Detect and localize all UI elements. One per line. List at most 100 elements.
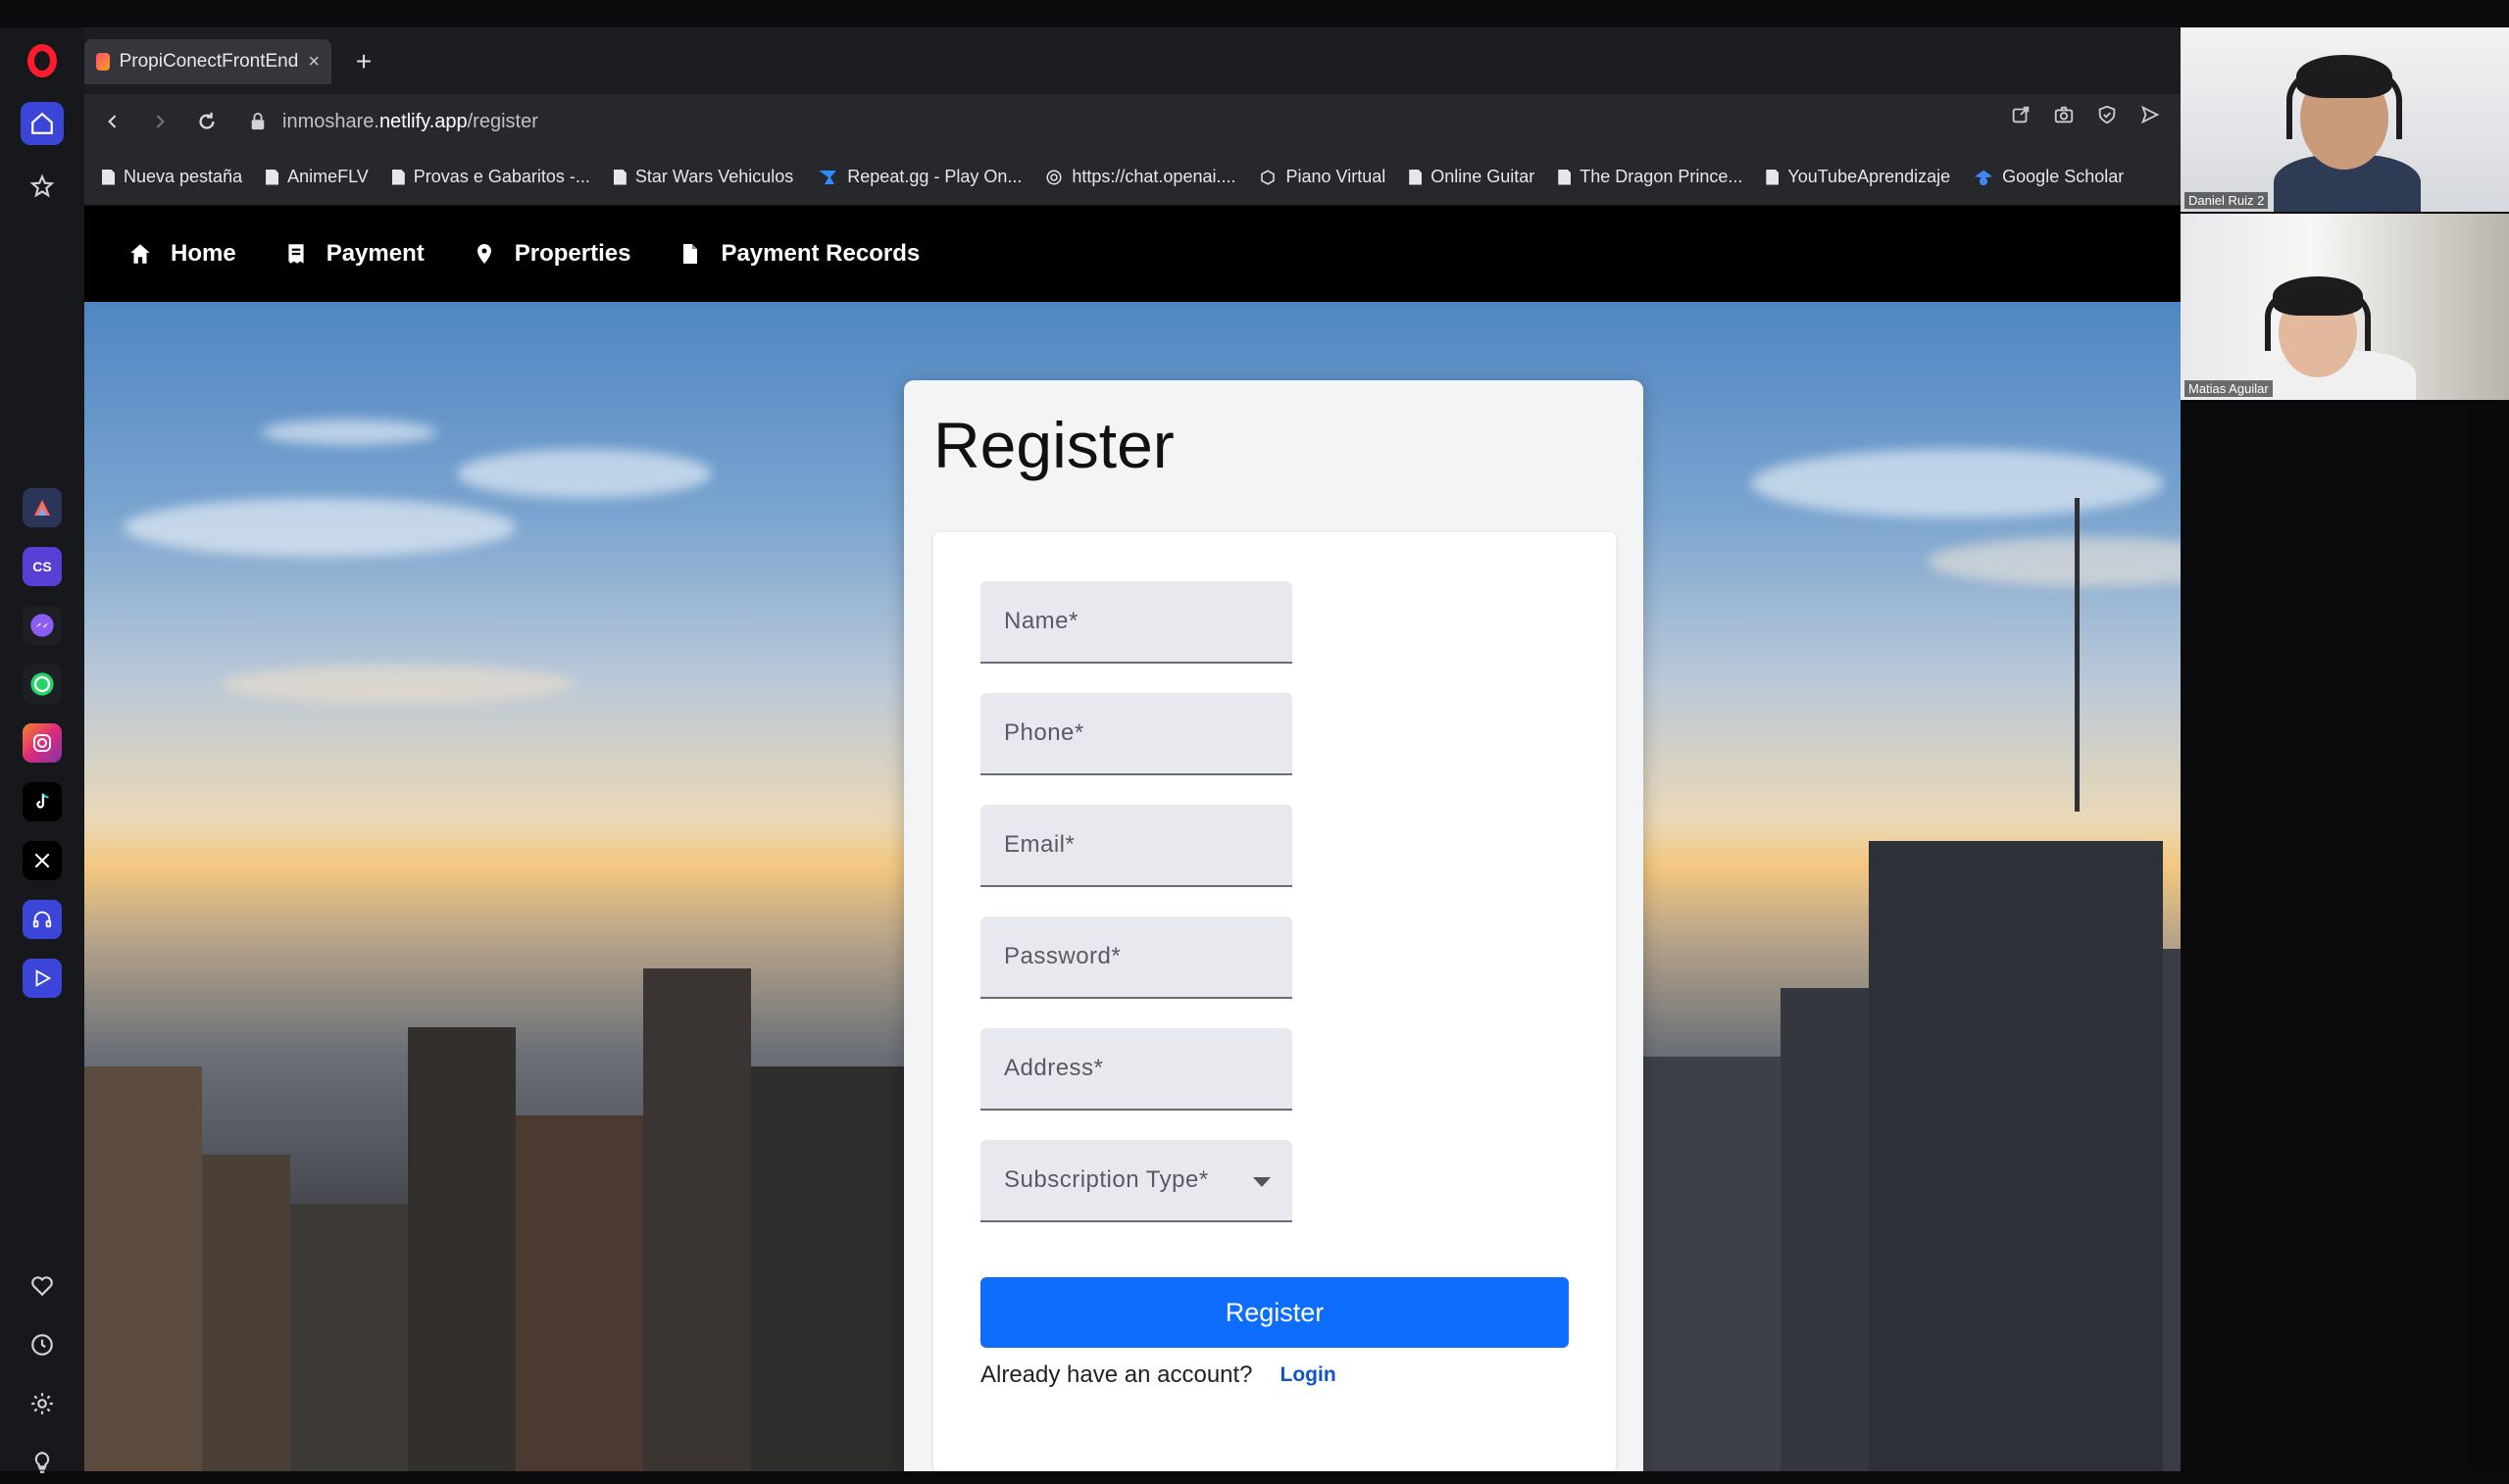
url-field[interactable]: inmoshare.netlify.app/register	[249, 111, 538, 133]
email-input[interactable]: Email*	[980, 805, 1292, 887]
bookmark-label: Star Wars Vehiculos	[634, 167, 794, 186]
sidebar-app-music[interactable]	[23, 900, 62, 939]
caret-down-icon	[1253, 1177, 1271, 1187]
page-icon	[1409, 169, 1423, 185]
settings-button[interactable]	[21, 1382, 64, 1425]
subscription-type-select[interactable]: Subscription Type*	[980, 1140, 1292, 1222]
bookmark-label: YouTubeAprendizaje	[1787, 167, 1951, 186]
piano-icon	[1261, 169, 1276, 185]
history-button[interactable]	[21, 1323, 64, 1366]
register-button[interactable]: Register	[980, 1277, 1569, 1348]
bookmark-item[interactable]: Star Wars Vehiculos	[613, 167, 794, 187]
opera-menu-button[interactable]	[21, 39, 64, 82]
url-path: /register	[467, 110, 538, 132]
shield-icon[interactable]	[2096, 104, 2118, 125]
register-form: Name* Phone* Email* Password* Address* S…	[933, 532, 1616, 1471]
lock-icon	[251, 113, 265, 130]
camera-icon[interactable]	[2053, 104, 2075, 125]
receipt-icon	[288, 244, 304, 264]
browser-tab[interactable]: PropiConectFrontEnd ×	[84, 39, 331, 84]
home-sidebar-button[interactable]	[21, 102, 64, 145]
nav-properties-label: Properties	[514, 240, 631, 267]
reload-button[interactable]	[188, 103, 226, 140]
pinboard-sidebar-button[interactable]	[21, 165, 64, 208]
phone-input[interactable]: Phone*	[980, 693, 1292, 775]
address-input[interactable]: Address*	[980, 1028, 1292, 1111]
email-label: Email*	[1004, 831, 1076, 858]
bookmark-item[interactable]: Nueva pestaña	[102, 167, 242, 187]
bookmark-item[interactable]: https://chat.openai....	[1045, 167, 1235, 187]
sidebar-app-player[interactable]	[23, 959, 62, 998]
send-icon[interactable]	[2139, 104, 2161, 125]
page-icon	[102, 169, 115, 185]
openai-icon	[1046, 170, 1062, 184]
bookmark-label: Repeat.gg - Play On...	[847, 167, 1023, 186]
whatsapp-icon	[30, 672, 54, 696]
participant-name: Matias Aguilar	[2184, 380, 2273, 397]
new-tab-button[interactable]: +	[347, 45, 380, 78]
reload-icon	[199, 112, 215, 129]
bookmark-item[interactable]: The Dragon Prince...	[1558, 167, 1742, 187]
video-tile-1: Daniel Ruiz 2	[2181, 27, 2509, 212]
nav-payment-records-label: Payment Records	[721, 240, 921, 267]
opera-logo-icon	[27, 44, 57, 77]
bookmark-item[interactable]: Repeat.gg - Play On...	[817, 167, 1022, 187]
chevron-right-icon	[156, 115, 165, 128]
bookmark-item[interactable]: Online Guitar	[1409, 167, 1534, 187]
nav-home-label: Home	[171, 240, 236, 267]
nav-payment[interactable]: Payment	[283, 240, 425, 268]
bookmark-item[interactable]: YouTubeAprendizaje	[1766, 167, 1950, 187]
bookmark-item[interactable]: Google Scholar	[1974, 167, 2124, 187]
forward-button[interactable]	[141, 103, 178, 140]
google-scholar-icon	[1975, 170, 1993, 185]
sidebar-app-instagram[interactable]	[23, 723, 62, 763]
share-icon[interactable]	[2010, 104, 2032, 125]
login-prompt: Already have an account? Login	[980, 1361, 1336, 1389]
tips-button[interactable]	[21, 1441, 64, 1484]
sidebar-app-cs[interactable]: CS	[23, 547, 62, 586]
bookmark-item[interactable]: Piano Virtual	[1259, 167, 1385, 187]
subscription-type-label: Subscription Type*	[1004, 1166, 1209, 1193]
bookmark-label: Provas e Gabaritos -...	[413, 167, 590, 186]
register-title: Register	[933, 409, 1175, 481]
name-label: Name*	[1004, 608, 1079, 634]
sidebar-app-whatsapp[interactable]	[23, 665, 62, 704]
close-tab-icon[interactable]: ×	[308, 51, 320, 74]
bookmark-label: Online Guitar	[1430, 167, 1535, 186]
bookmark-label: Google Scholar	[2002, 167, 2125, 186]
star-outline-icon	[29, 173, 55, 198]
login-question: Already have an account?	[980, 1361, 1253, 1388]
address-bar-tools	[2010, 104, 2161, 125]
headphones-icon	[32, 911, 52, 928]
sidebar-app-messenger[interactable]	[23, 606, 62, 645]
document-icon	[683, 244, 698, 264]
heart-icon	[31, 1276, 53, 1297]
register-card: Register Name* Phone* Email* Password* A…	[904, 380, 1643, 1471]
tab-title: PropiConectFrontEnd	[119, 51, 299, 72]
sidebar-app-tiktok[interactable]	[23, 782, 62, 821]
sidebar-app-aria[interactable]	[23, 488, 62, 527]
login-link[interactable]: Login	[1280, 1363, 1336, 1387]
sidebar-app-x[interactable]	[23, 841, 62, 880]
nav-home[interactable]: Home	[127, 240, 236, 268]
nav-payment-records[interactable]: Payment Records	[677, 240, 920, 268]
lightbulb-icon	[34, 1452, 50, 1473]
bookmark-item[interactable]: AnimeFLV	[266, 167, 369, 187]
page-icon	[266, 169, 279, 185]
password-input[interactable]: Password*	[980, 916, 1292, 999]
site-navbar: Home Payment Properties Payment Records	[84, 206, 2181, 302]
nav-properties[interactable]: Properties	[472, 240, 631, 268]
phone-label: Phone*	[1004, 719, 1084, 746]
messenger-icon	[30, 614, 54, 637]
name-input[interactable]: Name*	[980, 581, 1292, 664]
bookmark-label: https://chat.openai....	[1072, 167, 1236, 186]
browser-tab-bar: PropiConectFrontEnd × +	[84, 27, 2181, 94]
page-icon	[1558, 169, 1572, 185]
favorites-button[interactable]	[21, 1264, 64, 1308]
participant-name: Daniel Ruiz 2	[2184, 192, 2269, 209]
url-host: netlify.app	[378, 110, 468, 132]
back-button[interactable]	[94, 103, 131, 140]
bookmark-item[interactable]: Provas e Gabaritos -...	[391, 167, 590, 187]
aria-icon	[34, 500, 50, 516]
repeat-gg-icon	[819, 170, 837, 184]
